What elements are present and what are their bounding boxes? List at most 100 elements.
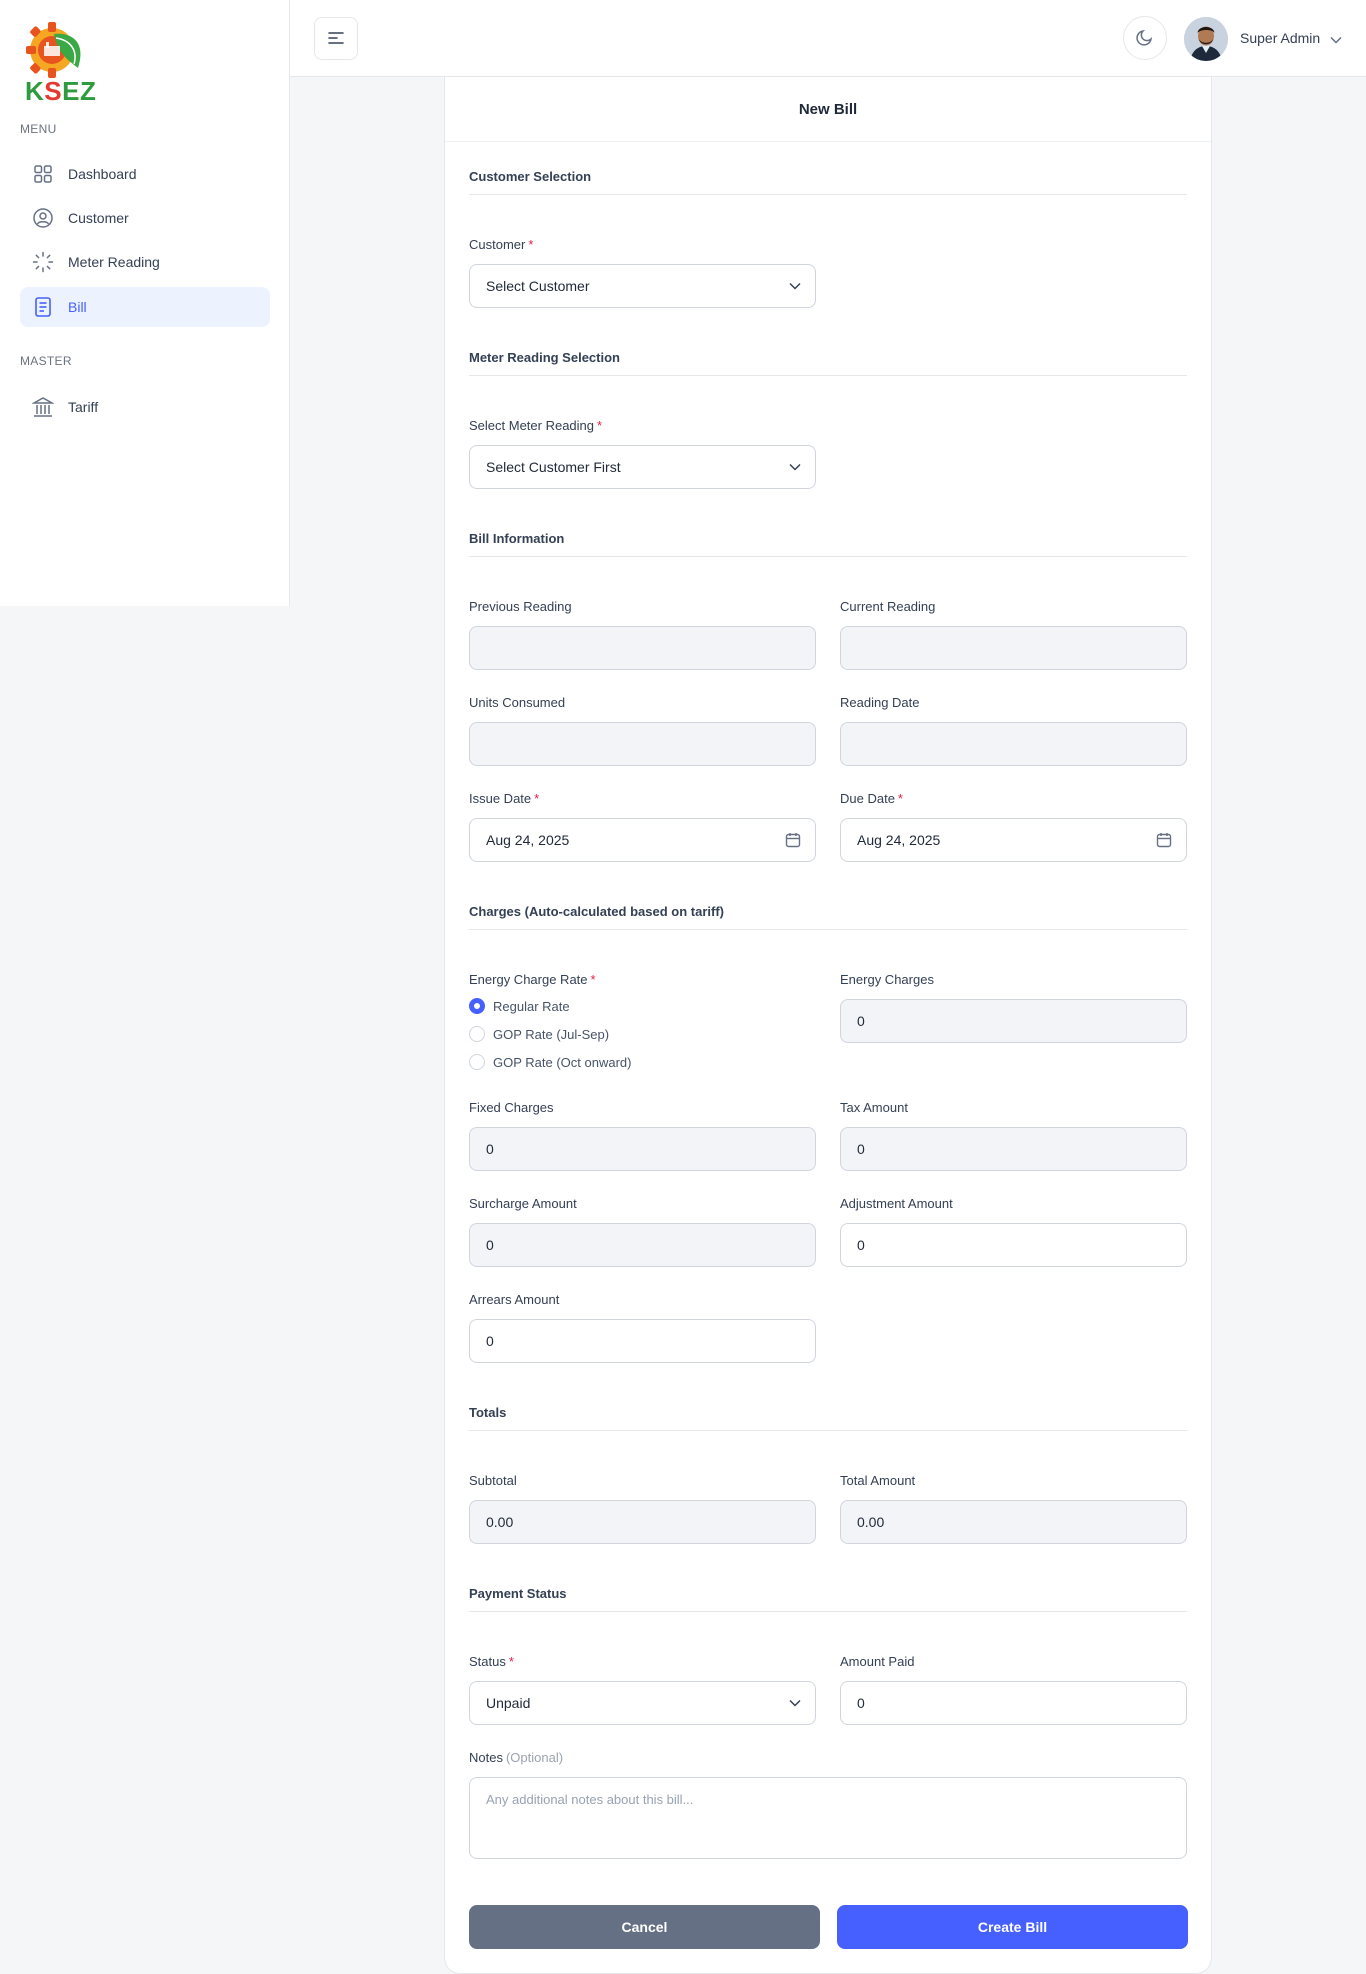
radio-dot[interactable] [469,1026,485,1042]
required-mark: * [597,418,603,433]
rate-option-label: GOP Rate (Oct onward) [493,1054,632,1070]
sidebar-item-customer[interactable]: Customer [20,198,270,238]
reading-date-field [840,722,1187,766]
section-totals: Totals [469,1405,1187,1431]
avatar[interactable] [1184,17,1228,61]
gear-logo-icon [26,22,81,78]
rate-radio-regular[interactable]: Regular Rate [469,998,570,1014]
customer-label: Customer * [469,237,533,252]
amount-paid-value: 0 [857,1695,865,1711]
section-meter-reading: Meter Reading Selection [469,350,1187,376]
section-bill-information: Bill Information [469,531,1187,557]
chevron-down-icon [789,282,801,290]
sidebar-item-label: Customer [68,210,129,226]
customer-select-value: Select Customer [486,278,590,294]
units-consumed-label: Units Consumed [469,695,566,710]
required-mark: * [508,1654,514,1669]
due-date-label: Due Date * [840,791,903,806]
fixed-charges-label: Fixed Charges [469,1100,554,1115]
sidebar-item-label: Tariff [68,399,99,415]
notes-textarea[interactable]: Any additional notes about this bill... [469,1777,1187,1859]
surcharge-field: 0 [469,1223,816,1267]
chevron-down-icon[interactable] [1330,31,1342,47]
arrears-input[interactable]: 0 [469,1319,816,1363]
customer-select[interactable]: Select Customer [469,264,816,308]
issue-date-label: Issue Date * [469,791,539,806]
status-select[interactable]: Unpaid [469,1681,816,1725]
surcharge-label: Surcharge Amount [469,1196,577,1211]
sidebar: KSEZ MENU Dashboard Customer Meter Readi… [0,0,290,606]
notes-label-text: Notes [469,1750,503,1765]
top-header: Super Admin [290,0,1366,77]
section-payment-status: Payment Status [469,1586,1187,1612]
sidebar-item-dashboard[interactable]: Dashboard [20,154,270,194]
issue-date-input[interactable]: Aug 24, 2025 [469,818,816,862]
fixed-charges-field: 0 [469,1127,816,1171]
required-mark: * [534,791,540,806]
status-label-text: Status [469,1654,506,1669]
customer-label-text: Customer [469,237,526,252]
amount-paid-label: Amount Paid [840,1654,915,1669]
due-date-value: Aug 24, 2025 [857,832,941,848]
status-select-value: Unpaid [486,1695,531,1711]
required-mark: * [897,791,903,806]
surcharge-value: 0 [486,1237,494,1253]
tax-amount-field: 0 [840,1127,1187,1171]
calendar-icon[interactable] [1156,832,1172,848]
energy-charges-value: 0 [857,1013,865,1029]
calendar-icon[interactable] [785,832,801,848]
moon-icon [1136,28,1154,49]
tax-amount-value: 0 [857,1141,865,1157]
current-reading-field [840,626,1187,670]
sidebar-item-label: Bill [68,299,87,315]
rate-radio-gop-oct-onward[interactable]: GOP Rate (Oct onward) [469,1054,631,1070]
create-bill-button[interactable]: Create Bill [837,1905,1188,1949]
radio-dot[interactable] [469,998,485,1014]
cancel-button[interactable]: Cancel [469,1905,820,1949]
amount-paid-input[interactable]: 0 [840,1681,1187,1725]
energy-charges-field: 0 [840,999,1187,1043]
document-icon [32,296,54,318]
meter-reading-select-value: Select Customer First [486,459,621,475]
required-mark: * [590,972,596,987]
adjustment-label: Adjustment Amount [840,1196,953,1211]
page-title: New Bill [445,77,1211,142]
sidebar-item-bill[interactable]: Bill [20,287,270,327]
energy-rate-label-text: Energy Charge Rate [469,972,588,987]
radio-dot[interactable] [469,1054,485,1070]
sidebar-item-label: Meter Reading [68,254,160,270]
section-customer-selection: Customer Selection [469,169,1187,195]
arrears-label: Arrears Amount [469,1292,560,1307]
sidebar-item-meter-reading[interactable]: Meter Reading [20,242,270,282]
total-amount-field: 0.00 [840,1500,1187,1544]
logo-letter-k: K [25,76,45,106]
section-charges: Charges (Auto-calculated based on tariff… [469,904,1187,930]
subtotal-value: 0.00 [486,1514,514,1530]
sidebar-item-tariff[interactable]: Tariff [20,387,270,427]
sidebar-toggle-button[interactable] [314,17,358,60]
user-name[interactable]: Super Admin [1240,30,1320,46]
notes-optional-text: (Optional) [505,1750,564,1765]
meter-reading-select[interactable]: Select Customer First [469,445,816,489]
user-circle-icon [32,207,54,229]
energy-charges-label: Energy Charges [840,972,934,987]
adjustment-input[interactable]: 0 [840,1223,1187,1267]
due-date-input[interactable]: Aug 24, 2025 [840,818,1187,862]
logo-letters-ez: EZ [62,76,97,106]
rate-option-label: GOP Rate (Jul-Sep) [493,1026,610,1042]
units-consumed-field [469,722,816,766]
arrears-value: 0 [486,1333,494,1349]
logo-letter-s: S [44,76,63,106]
subtotal-field: 0.00 [469,1500,816,1544]
previous-reading-field [469,626,816,670]
previous-reading-label: Previous Reading [469,599,572,614]
rate-radio-gop-jul-sep[interactable]: GOP Rate (Jul-Sep) [469,1026,609,1042]
due-date-label-text: Due Date [840,791,895,806]
loader-icon [32,251,54,273]
notes-label: Notes (Optional) [469,1750,563,1765]
theme-toggle-button[interactable] [1123,16,1167,60]
new-bill-card: New Bill Customer Selection Customer * Se… [444,77,1212,1974]
issue-date-value: Aug 24, 2025 [486,832,570,848]
bank-icon [32,396,54,418]
chevron-down-icon [789,463,801,471]
